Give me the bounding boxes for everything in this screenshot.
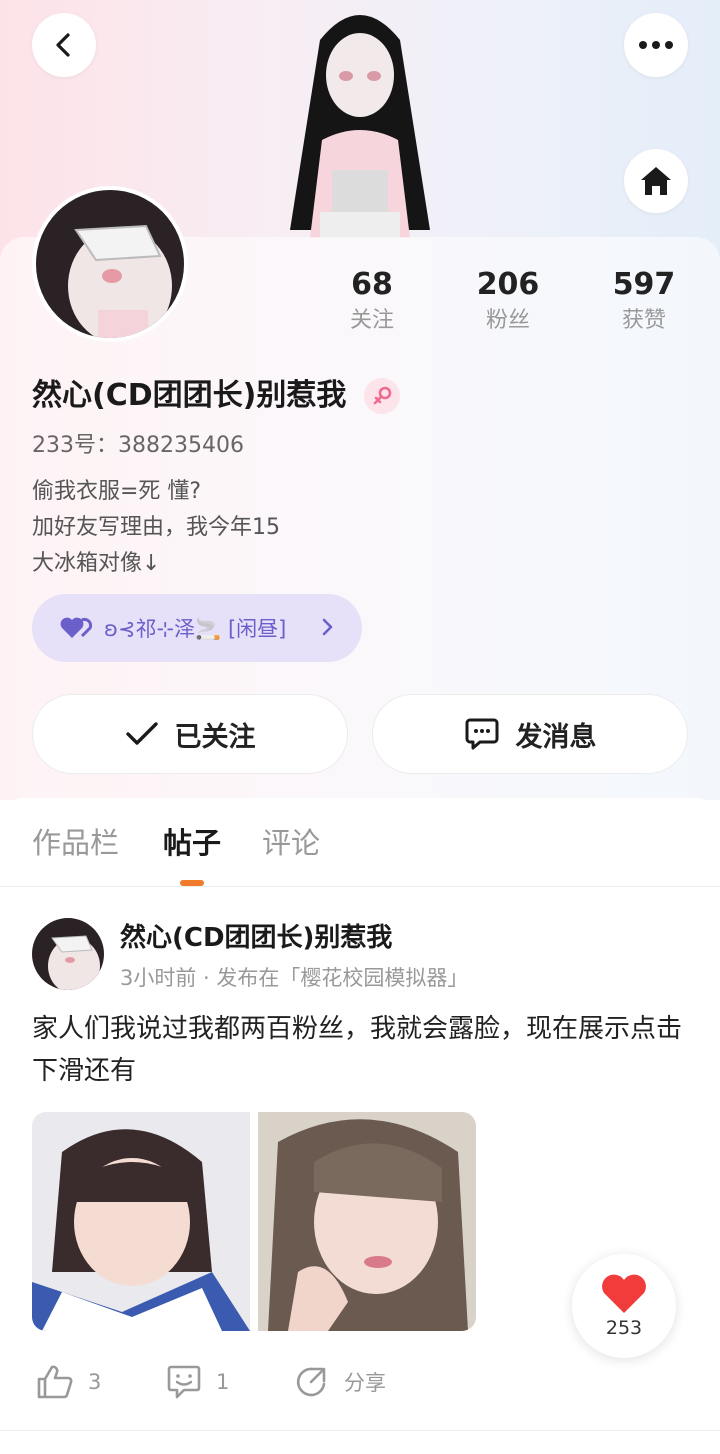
bio-line: 偷我衣服=死 懂? (32, 479, 202, 504)
divider (0, 886, 720, 887)
like-float-button[interactable]: 253 (572, 1254, 676, 1358)
user-id: 233号：388235406 (32, 433, 244, 458)
message-icon (465, 718, 498, 750)
stat-value: 206 (476, 267, 540, 302)
like-button[interactable]: 3 (36, 1364, 101, 1400)
post-meta: 3小时前 · 发布在「樱花校园模拟器」 (120, 966, 469, 990)
tab-works[interactable]: 作品栏 (32, 822, 119, 864)
fan-badge-label: ʚ⊰祁⊹泽🚬 [闲昼] (104, 617, 287, 641)
avatar-image (36, 190, 184, 338)
share-button[interactable]: 分享 (294, 1364, 386, 1400)
stat-following[interactable]: 68 关注 (312, 266, 432, 338)
heart-icon (602, 1274, 646, 1313)
like-count: 3 (88, 1370, 102, 1394)
post-photo (32, 1112, 250, 1331)
post-text[interactable]: 家人们我说过我都两百粉丝，我就会露脸，现在展示点击下滑还有 (32, 1008, 692, 1092)
profile-bio: 偷我衣服=死 懂? 加好友写理由，我今年15 大冰箱对像↓ (32, 474, 280, 582)
chevron-right-icon (322, 618, 333, 636)
more-button[interactable] (624, 13, 688, 77)
thumbs-up-icon (37, 1365, 73, 1399)
bio-line: 大冰箱对像↓ (32, 551, 161, 576)
post-photo (258, 1112, 476, 1331)
post-avatar[interactable] (32, 918, 104, 990)
stat-label: 获赞 (621, 308, 666, 333)
stat-likes[interactable]: 597 获赞 (584, 266, 704, 338)
check-icon (125, 722, 158, 745)
fan-badge[interactable]: ʚ⊰祁⊹泽🚬 [闲昼] (32, 594, 362, 662)
avatar[interactable] (32, 186, 188, 342)
comment-icon (167, 1365, 201, 1399)
tab-comments[interactable]: 评论 (262, 822, 320, 864)
chevron-left-icon (56, 33, 70, 57)
comment-count: 1 (216, 1370, 230, 1394)
share-icon (296, 1367, 326, 1397)
stat-value: 597 (612, 267, 676, 302)
comment-button[interactable]: 1 (166, 1364, 229, 1400)
follow-button-label: 已关注 (174, 721, 256, 753)
stat-followers[interactable]: 206 粉丝 (448, 266, 568, 338)
stat-label: 粉丝 (485, 308, 530, 333)
post-author-name[interactable]: 然心(CD团团长)别惹我 (120, 920, 392, 956)
stat-label: 关注 (349, 308, 394, 333)
back-button[interactable] (32, 13, 96, 77)
message-button-label: 发消息 (515, 721, 597, 753)
like-float-count: 253 (605, 1317, 643, 1339)
avatar-image (32, 918, 104, 990)
divider (0, 1430, 720, 1431)
follow-button[interactable]: 已关注 (32, 694, 348, 774)
banner-character-image (290, 15, 430, 238)
home-button[interactable] (624, 149, 688, 213)
home-icon (641, 167, 671, 195)
more-horizontal-icon (639, 41, 673, 49)
tab-posts[interactable]: 帖子 (163, 822, 221, 864)
heart-icon (60, 617, 92, 638)
post-image[interactable] (32, 1112, 250, 1331)
stat-value: 68 (351, 267, 393, 302)
female-icon (364, 378, 400, 414)
post-image[interactable] (258, 1112, 476, 1331)
share-label: 分享 (344, 1371, 386, 1395)
message-button[interactable]: 发消息 (372, 694, 688, 774)
profile-name: 然心(CD团团长)别惹我 (32, 378, 347, 413)
bio-line: 加好友写理由，我今年15 (32, 515, 280, 540)
